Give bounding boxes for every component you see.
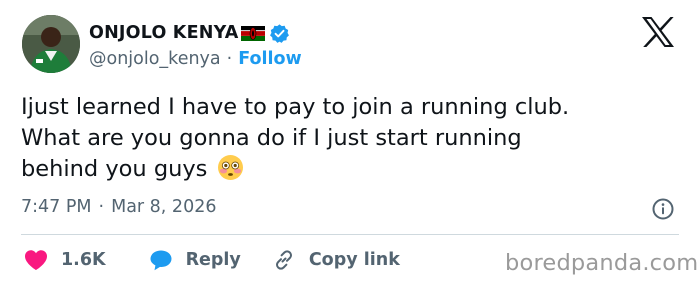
copy-link-label: Copy link <box>308 250 400 270</box>
handle-row: @onjolo_kenya · Follow <box>89 49 302 69</box>
tweet-line: behind you guys <box>21 156 208 182</box>
reply-bubble-icon <box>150 250 172 271</box>
separator: · <box>98 197 105 217</box>
timestamp[interactable]: 7:47 PM · Mar 8, 2026 <box>21 197 216 217</box>
tweet-time: 7:47 PM <box>21 197 92 217</box>
x-logo-icon[interactable] <box>641 16 675 48</box>
avatar[interactable] <box>22 15 80 73</box>
tweet-line: What are you gonna do if I just start ru… <box>21 125 522 151</box>
divider <box>21 234 679 235</box>
reply-button[interactable]: Reply <box>149 249 241 271</box>
handle[interactable]: @onjolo_kenya <box>89 49 221 69</box>
kenya-flag-icon <box>240 25 265 41</box>
follow-button[interactable]: Follow <box>238 49 301 69</box>
flushed-face-emoji <box>217 155 243 180</box>
action-bar: 1.6K Reply Copy link <box>24 245 400 275</box>
link-icon <box>275 250 292 270</box>
display-name[interactable]: ONJOLO KENYA <box>89 23 239 43</box>
separator: · <box>226 49 233 69</box>
tweet-line: Ijust learned I have to pay to join a ru… <box>21 94 570 120</box>
author-name-row: ONJOLO KENYA <box>89 21 290 45</box>
verified-badge-icon <box>269 23 289 43</box>
tweet-text: Ijust learned I have to pay to join a ru… <box>21 92 681 185</box>
like-count: 1.6K <box>61 250 106 270</box>
copy-link-button[interactable]: Copy link <box>272 248 400 272</box>
reply-label: Reply <box>185 250 241 270</box>
watermark: boredpanda.com <box>505 250 699 276</box>
heart-icon <box>25 250 47 270</box>
like-button[interactable]: 1.6K <box>24 249 106 271</box>
info-icon[interactable] <box>651 197 675 221</box>
tweet-date: Mar 8, 2026 <box>111 197 217 217</box>
